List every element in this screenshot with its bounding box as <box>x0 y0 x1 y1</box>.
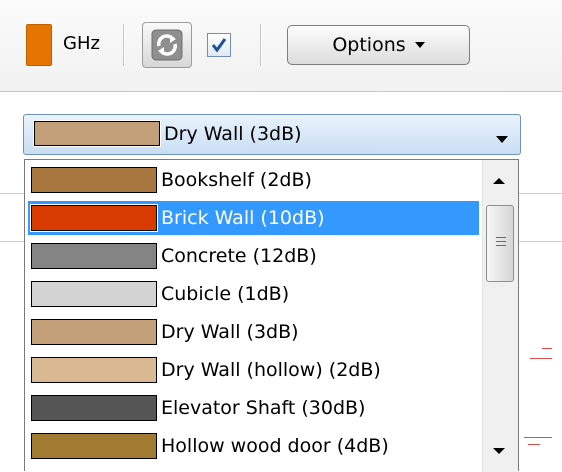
material-swatch <box>30 356 158 384</box>
toolbar: GHz Options <box>0 0 562 92</box>
material-label: Brick Wall (10dB) <box>161 207 325 229</box>
options-label: Options <box>332 34 406 56</box>
material-swatch <box>30 204 158 232</box>
visibility-checkbox[interactable] <box>207 33 231 57</box>
chevron-down-icon[interactable] <box>496 136 508 143</box>
material-label: Bookshelf (2dB) <box>161 169 312 191</box>
chevron-down-icon <box>414 42 425 48</box>
grip-line <box>496 241 506 242</box>
panel-divider <box>0 193 24 194</box>
material-label: Concrete (12dB) <box>161 245 317 267</box>
scroll-down-arrow-icon[interactable] <box>493 448 505 454</box>
grip-line <box>496 237 506 238</box>
panel-divider <box>519 193 562 194</box>
material-combobox[interactable]: Dry Wall (3dB) <box>23 114 521 155</box>
scroll-up-arrow-icon[interactable] <box>493 178 505 184</box>
material-swatch <box>30 242 158 270</box>
material-swatch <box>30 318 158 346</box>
panel-divider <box>519 241 562 242</box>
material-label: Dry Wall (hollow) (2dB) <box>161 359 381 381</box>
list-item[interactable]: Elevator Shaft (30dB) <box>28 391 479 425</box>
list-item[interactable]: Hollow wood door (4dB) <box>28 429 479 463</box>
options-button[interactable]: Options <box>287 25 470 65</box>
list-item[interactable]: Dry Wall (3dB) <box>28 315 479 349</box>
selected-material-label: Dry Wall (3dB) <box>164 123 302 145</box>
material-label: Elevator Shaft (30dB) <box>161 397 366 419</box>
selected-material-swatch <box>33 120 161 147</box>
toolbar-separator <box>123 24 124 66</box>
toolbar-divider <box>0 91 562 92</box>
list-item[interactable]: Brick Wall (10dB) <box>28 201 479 235</box>
material-swatch <box>30 280 158 308</box>
toolbar-separator <box>260 24 261 66</box>
map-marker <box>530 358 552 359</box>
scrollbar-thumb[interactable] <box>486 205 514 282</box>
list-item[interactable]: Bookshelf (2dB) <box>28 163 479 197</box>
map-marker <box>524 437 552 438</box>
map-marker <box>542 348 552 349</box>
band-color-swatch[interactable] <box>26 24 52 66</box>
material-label: Dry Wall (3dB) <box>161 321 299 343</box>
map-marker <box>528 444 540 445</box>
checkmark-icon <box>211 38 227 53</box>
band-label: GHz <box>63 33 100 54</box>
list-item[interactable]: Dry Wall (hollow) (2dB) <box>28 353 479 387</box>
material-swatch <box>30 432 158 460</box>
material-label: Cubicle (1dB) <box>161 283 290 305</box>
list-item[interactable]: Concrete (12dB) <box>28 239 479 273</box>
refresh-button[interactable] <box>142 22 192 68</box>
material-swatch <box>30 394 158 422</box>
refresh-icon <box>151 29 183 61</box>
panel-divider <box>0 241 24 242</box>
grip-line <box>496 245 506 246</box>
material-label: Hollow wood door (4dB) <box>161 435 389 457</box>
list-item[interactable]: Cubicle (1dB) <box>28 277 479 311</box>
dropdown-scrollbar[interactable] <box>482 160 518 472</box>
material-dropdown-list: Bookshelf (2dB) Brick Wall (10dB) Concrete… <box>24 159 519 472</box>
material-swatch <box>30 166 158 194</box>
